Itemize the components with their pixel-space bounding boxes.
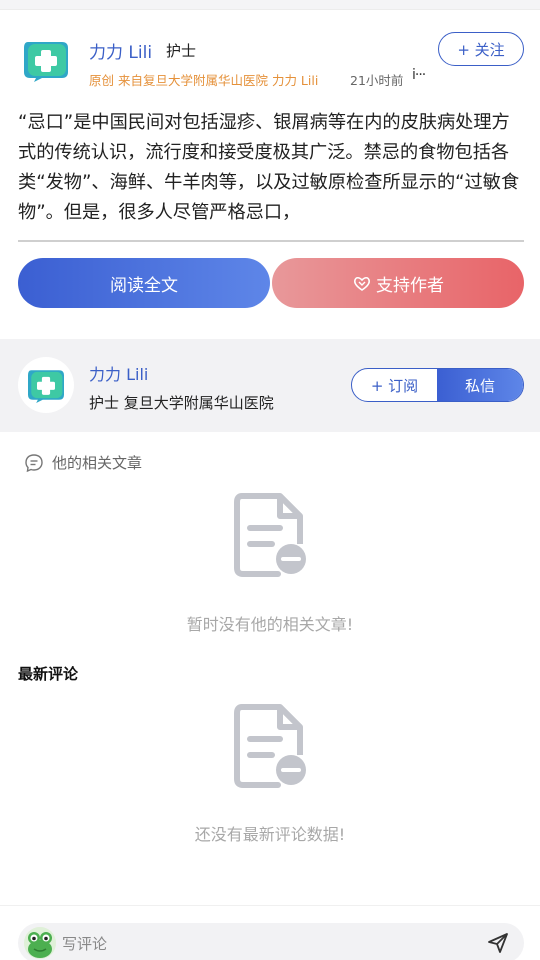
- support-author-label: 支持作者: [376, 275, 444, 296]
- empty-document-icon: [234, 493, 306, 577]
- read-full-button[interactable]: 阅读全文: [18, 258, 270, 308]
- related-empty-text: 暂时没有他的相关文章!: [186, 615, 354, 634]
- comment-placeholder: 写评论: [62, 935, 108, 953]
- author-header: 力力 Lili 护士 + 关注 原创 来自复旦大学附属华山医院 力力 Lili …: [0, 10, 540, 100]
- subscribe-message-group: + 订阅 私信: [351, 368, 524, 402]
- article-excerpt[interactable]: “忌口”是中国民间对包括湿疹、银屑病等在内的皮肤病处理方式的传统认识，流行度和接…: [18, 108, 526, 228]
- top-divider: [0, 0, 540, 10]
- heart-flower-icon: [353, 276, 371, 291]
- author-name[interactable]: 力力 Lili: [89, 38, 152, 63]
- subscribe-button[interactable]: + 订阅: [352, 369, 437, 401]
- support-author-button[interactable]: 支持作者: [272, 258, 524, 308]
- send-icon[interactable]: [486, 931, 510, 955]
- medical-cross-logo-icon[interactable]: [22, 38, 70, 82]
- message-button[interactable]: 私信: [437, 369, 523, 401]
- follow-button[interactable]: + 关注: [438, 32, 524, 66]
- card-author-description: 护士 复旦大学附属华山医院: [89, 394, 274, 412]
- frog-avatar-icon: [24, 927, 56, 959]
- more-icon[interactable]: i···: [412, 67, 426, 83]
- related-articles-header: 他的相关文章: [24, 452, 142, 473]
- publish-time: 21小时前: [350, 73, 404, 88]
- empty-document-icon: [234, 704, 306, 788]
- author-avatar[interactable]: [18, 357, 74, 413]
- section-gap: [0, 325, 540, 339]
- card-author-name[interactable]: 力力 Lili: [89, 361, 148, 385]
- comments-empty-text: 还没有最新评论数据!: [194, 825, 346, 844]
- article-source-meta: 原创 来自复旦大学附属华山医院 力力 Lili: [89, 73, 319, 88]
- author-role: 护士: [166, 42, 197, 60]
- author-card: 力力 Lili 护士 复旦大学附属华山医院 + 订阅 私信: [0, 339, 540, 432]
- bottom-comment-bar: 写评论: [0, 905, 540, 960]
- comment-input[interactable]: 写评论: [18, 923, 524, 960]
- related-articles-title: 他的相关文章: [52, 454, 143, 472]
- latest-comments-title: 最新评论: [18, 665, 79, 683]
- comment-bubble-icon: [25, 453, 43, 472]
- read-full-label: 阅读全文: [110, 275, 178, 296]
- medical-cross-logo-icon: [28, 370, 64, 403]
- excerpt-divider: [18, 240, 524, 242]
